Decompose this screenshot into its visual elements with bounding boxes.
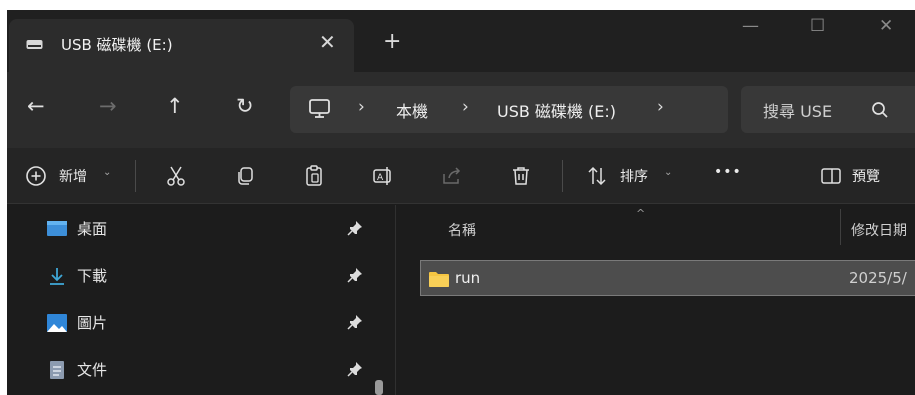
column-divider[interactable] — [840, 209, 841, 245]
search-icon[interactable] — [871, 101, 889, 119]
tab-usb-drive[interactable]: USB 磁碟機 (E:) ✕ — [9, 19, 354, 72]
chevron-down-icon[interactable]: ⌄ — [664, 167, 672, 178]
column-header-name[interactable]: 名稱 — [448, 220, 476, 240]
sort-button-label[interactable]: 排序 — [620, 166, 648, 186]
documents-icon — [50, 361, 64, 379]
pictures-icon — [47, 314, 67, 332]
minimize-icon[interactable]: — — [742, 16, 759, 36]
chevron-down-icon[interactable]: ⌄ — [103, 167, 111, 178]
file-name: run — [455, 269, 481, 287]
sidebar-item-pictures[interactable]: 圖片 — [7, 302, 377, 342]
sidebar-item-label: 桌面 — [77, 220, 108, 238]
share-button[interactable] — [440, 164, 464, 188]
sidebar-item-documents[interactable]: 文件 — [7, 349, 377, 389]
cut-button[interactable] — [164, 164, 188, 188]
breadcrumb-chevron-icon[interactable]: › — [462, 97, 469, 117]
sidebar-item-downloads[interactable]: 下載 — [7, 255, 377, 295]
breadcrumb[interactable]: › 本機 › USB 磁碟機 (E:) › — [290, 86, 728, 133]
address-bar-row: ← → ↑ ↻ › 本機 › USB 磁碟機 (E:) › 搜尋 USE — [7, 72, 915, 148]
paste-button[interactable] — [302, 164, 326, 188]
folder-icon — [429, 272, 449, 287]
new-tab-icon[interactable]: + — [383, 31, 401, 53]
pin-icon[interactable] — [347, 220, 363, 236]
file-modified-date: 2025/5/ — [849, 269, 907, 287]
tab-title: USB 磁碟機 (E:) — [61, 36, 173, 54]
breadcrumb-item-this-pc[interactable]: 本機 — [396, 98, 428, 122]
sort-ascending-icon: ^ — [636, 207, 646, 220]
preview-button[interactable] — [819, 164, 843, 188]
tab-close-icon[interactable]: ✕ — [319, 30, 336, 54]
usb-drive-icon — [26, 40, 43, 49]
sort-button[interactable] — [585, 164, 609, 188]
copy-button[interactable] — [233, 164, 257, 188]
forward-icon[interactable]: → — [99, 96, 117, 117]
file-list: ^ 名稱 修改日期 run 2025/5/ — [396, 205, 915, 395]
sort-icon — [588, 166, 606, 186]
sidebar-item-label: 下載 — [77, 267, 108, 285]
more-options-icon[interactable]: ••• — [714, 164, 742, 180]
refresh-icon[interactable]: ↻ — [236, 96, 254, 117]
pin-icon[interactable] — [347, 314, 363, 330]
pin-icon[interactable] — [347, 361, 363, 377]
trash-icon — [513, 167, 529, 185]
file-explorer-window: USB 磁碟機 (E:) ✕ + — ☐ ✕ ← → ↑ ↻ › 本機 › US… — [7, 10, 915, 395]
column-header-modified[interactable]: 修改日期 — [851, 220, 907, 240]
rename-icon: A — [373, 167, 391, 185]
title-bar: USB 磁碟機 (E:) ✕ + — ☐ ✕ — [7, 10, 915, 72]
back-icon[interactable]: ← — [27, 96, 45, 117]
pin-icon[interactable] — [347, 267, 363, 283]
command-bar: 新增 ⌄ A 排序 ⌄ ••• 預覽 — [7, 148, 915, 204]
sidebar-item-label: 文件 — [77, 361, 108, 379]
desktop-icon — [47, 221, 67, 236]
plus-circle-icon — [26, 166, 46, 186]
scissors-icon — [167, 166, 185, 186]
clipboard-icon — [306, 165, 322, 186]
sidebar-item-desktop[interactable]: 桌面 — [7, 208, 377, 248]
delete-button[interactable] — [509, 164, 533, 188]
search-placeholder[interactable]: 搜尋 USE — [763, 98, 832, 122]
preview-pane-icon — [821, 168, 841, 184]
copy-icon — [238, 167, 253, 185]
search-box[interactable]: 搜尋 USE — [741, 86, 915, 133]
maximize-icon[interactable]: ☐ — [810, 16, 825, 36]
divider — [562, 160, 563, 192]
rename-button[interactable]: A — [371, 164, 395, 188]
table-row[interactable]: run 2025/5/ — [420, 260, 915, 296]
computer-icon[interactable] — [308, 98, 331, 120]
download-icon — [50, 268, 64, 285]
sidebar-scrollbar[interactable] — [375, 380, 383, 395]
breadcrumb-chevron-icon[interactable]: › — [358, 97, 365, 117]
sidebar-item-label: 圖片 — [77, 314, 108, 332]
window-close-icon[interactable]: ✕ — [879, 16, 893, 36]
breadcrumb-chevron-icon[interactable]: › — [657, 97, 664, 117]
preview-button-label[interactable]: 預覽 — [852, 166, 880, 186]
breadcrumb-item-usb-drive[interactable]: USB 磁碟機 (E:) — [497, 98, 616, 122]
new-button-label[interactable]: 新增 — [59, 166, 87, 186]
svg-text:A: A — [377, 173, 384, 183]
new-button[interactable] — [24, 164, 48, 188]
navigation-pane: 桌面 下載 圖片 文件 — [7, 205, 395, 395]
divider — [135, 160, 136, 192]
up-icon[interactable]: ↑ — [166, 96, 184, 117]
share-icon — [443, 167, 461, 184]
